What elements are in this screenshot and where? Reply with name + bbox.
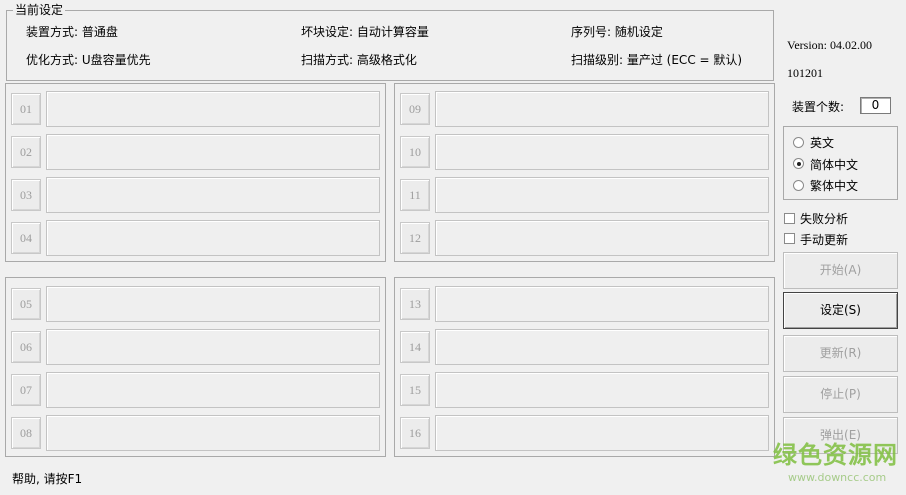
device-count-label: 装置个数:: [792, 100, 845, 114]
scan-level-setting: 扫描级别: 量产过 (ECC = 默认): [571, 53, 743, 67]
status-bar-help-text: 帮助, 请按F1: [12, 472, 83, 486]
slot-button-07[interactable]: 07: [11, 374, 41, 406]
version-text: Version: 04.02.00: [787, 38, 872, 52]
radio-traditional-chinese[interactable]: [793, 180, 804, 191]
scan-mode-setting: 扫描方式: 高级格式化: [301, 53, 417, 67]
start-button[interactable]: 开始(A): [783, 252, 898, 289]
current-settings-title: 当前设定: [13, 2, 66, 18]
slot-status-field: [435, 415, 769, 451]
slot-status-field: [46, 415, 380, 451]
slot-status-field: [435, 91, 769, 127]
slot-status-field: [435, 177, 769, 213]
slot-status-field: [46, 329, 380, 365]
slot-button-13[interactable]: 13: [400, 288, 430, 320]
watermark-url: www.downcc.com: [788, 471, 887, 484]
slot-status-field: [46, 177, 380, 213]
serial-setting: 序列号: 随机设定: [571, 25, 663, 39]
slot-button-05[interactable]: 05: [11, 288, 41, 320]
slot-button-09[interactable]: 09: [400, 93, 430, 125]
slot-status-field: [46, 134, 380, 170]
slot-button-02[interactable]: 02: [11, 136, 41, 168]
stop-button[interactable]: 停止(P): [783, 376, 898, 413]
radio-simplified-chinese-label[interactable]: 简体中文: [810, 158, 858, 172]
slot-button-03[interactable]: 03: [11, 179, 41, 211]
current-settings-group: 当前设定: [6, 2, 774, 81]
radio-selected-dot: [797, 162, 801, 166]
manual-update-checkbox[interactable]: [784, 233, 795, 244]
slot-status-field: [46, 91, 380, 127]
radio-traditional-chinese-label[interactable]: 繁体中文: [810, 179, 858, 193]
radio-english[interactable]: [793, 137, 804, 148]
slot-button-14[interactable]: 14: [400, 331, 430, 363]
slot-button-11[interactable]: 11: [400, 179, 430, 211]
slot-status-field: [435, 220, 769, 256]
slot-button-08[interactable]: 08: [11, 417, 41, 449]
watermark-logo-text: 绿色资源网: [773, 441, 898, 469]
slot-button-12[interactable]: 12: [400, 222, 430, 254]
optimize-setting: 优化方式: U盘容量优先: [26, 53, 151, 67]
slot-button-06[interactable]: 06: [11, 331, 41, 363]
manual-update-label[interactable]: 手动更新: [800, 233, 848, 247]
slot-status-field: [46, 286, 380, 322]
slot-status-field: [435, 134, 769, 170]
radio-simplified-chinese[interactable]: [793, 158, 804, 169]
build-number: 101201: [787, 66, 823, 80]
slot-status-field: [435, 329, 769, 365]
update-button[interactable]: 更新(R): [783, 335, 898, 372]
slot-button-16[interactable]: 16: [400, 417, 430, 449]
radio-english-label[interactable]: 英文: [810, 136, 834, 150]
fail-analysis-checkbox[interactable]: [784, 213, 795, 224]
device-count-field: 0: [860, 97, 891, 114]
slot-button-10[interactable]: 10: [400, 136, 430, 168]
slot-status-field: [435, 286, 769, 322]
slot-button-15[interactable]: 15: [400, 374, 430, 406]
slot-button-04[interactable]: 04: [11, 222, 41, 254]
slot-button-01[interactable]: 01: [11, 93, 41, 125]
mount-mode-setting: 装置方式: 普通盘: [26, 25, 118, 39]
slot-status-field: [46, 372, 380, 408]
settings-button[interactable]: 设定(S): [783, 292, 898, 329]
slot-status-field: [435, 372, 769, 408]
bad-block-setting: 坏块设定: 自动计算容量: [301, 25, 429, 39]
fail-analysis-label[interactable]: 失败分析: [800, 212, 848, 226]
slot-status-field: [46, 220, 380, 256]
